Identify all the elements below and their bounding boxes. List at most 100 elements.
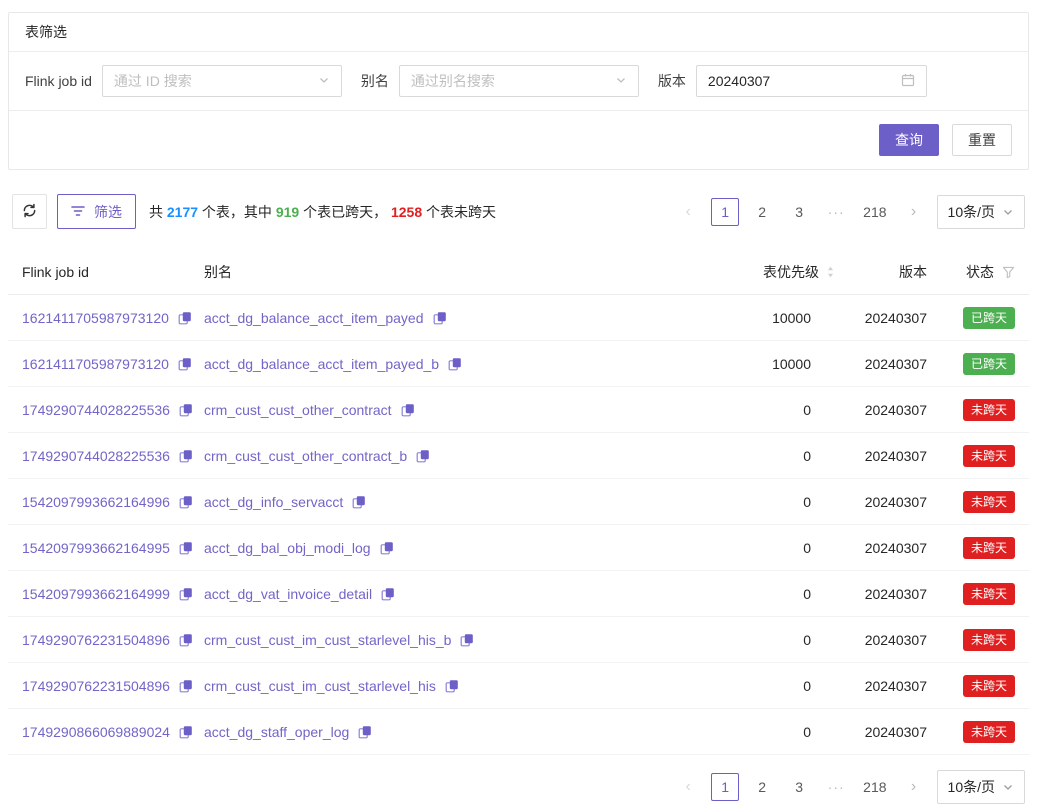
pagination-prev[interactable]: ‹ [674,198,702,226]
version-cell: 20240307 [835,402,927,418]
job-id-cell: 1749290762231504896 [22,632,204,648]
job-id-link[interactable]: 1749290762231504896 [22,632,170,648]
priority-cell: 10000 [713,310,835,326]
copy-icon[interactable] [178,311,192,325]
alias-link[interactable]: acct_dg_vat_invoice_detail [204,586,372,602]
copy-icon[interactable] [381,587,395,601]
alias-cell: acct_dg_balance_acct_item_payed [204,310,713,326]
alias-link[interactable]: crm_cust_cust_other_contract [204,402,392,418]
priority-cell: 0 [713,724,835,740]
filter-card: 表筛选 Flink job id 通过 ID 搜索 别名 通过别名搜索 [8,12,1029,170]
status-badge: 未跨天 [963,445,1015,467]
refresh-button[interactable] [12,194,47,229]
column-header-version: 版本 [835,262,927,282]
job-id-link[interactable]: 1749290866069889024 [22,724,170,740]
table-row: 1542097993662164995 acct_dg_bal_obj_modi… [8,525,1029,571]
table-row: 1749290762231504896 crm_cust_cust_im_cus… [8,663,1029,709]
alias-link[interactable]: acct_dg_balance_acct_item_payed [204,310,424,326]
copy-icon[interactable] [179,403,193,417]
job-id-link[interactable]: 1542097993662164995 [22,540,170,556]
pagination-ellipsis[interactable]: ··· [822,773,850,801]
version-date-input[interactable]: 20240307 [696,65,927,97]
status-badge: 已跨天 [963,307,1015,329]
pagination-page-1[interactable]: 1 [711,198,739,226]
filter-toggle-button[interactable]: 筛选 [57,194,136,229]
status-cell: 未跨天 [927,445,1015,467]
status-cell: 未跨天 [927,491,1015,513]
chevron-down-icon [1002,206,1014,218]
alias-link[interactable]: crm_cust_cust_im_cust_starlevel_his [204,678,436,694]
alias-link[interactable]: acct_dg_info_servacct [204,494,343,510]
column-header-status: 状态 [927,262,1015,282]
alias-link[interactable]: acct_dg_bal_obj_modi_log [204,540,371,556]
crossed-count: 919 [276,204,299,220]
pagination-page-218[interactable]: 218 [859,198,890,226]
job-id-link[interactable]: 1542097993662164996 [22,494,170,510]
table-row: 1749290866069889024 acct_dg_staff_oper_l… [8,709,1029,755]
job-id-link[interactable]: 1749290744028225536 [22,448,170,464]
job-id-cell: 1621411705987973120 [22,356,204,372]
job-id-link[interactable]: 1749290744028225536 [22,402,170,418]
job-id-link[interactable]: 1542097993662164999 [22,586,170,602]
flink-job-id-select[interactable]: 通过 ID 搜索 [102,65,342,97]
copy-icon[interactable] [179,679,193,693]
alias-cell: acct_dg_bal_obj_modi_log [204,540,713,556]
page-size-select[interactable]: 10条/页 [937,770,1025,804]
pagination-ellipsis[interactable]: ··· [822,198,850,226]
pagination-page-2[interactable]: 2 [748,198,776,226]
copy-icon[interactable] [380,541,394,555]
pagination-next[interactable]: › [900,773,928,801]
pagination-page-1[interactable]: 1 [711,773,739,801]
page-size-select[interactable]: 10条/页 [937,195,1025,229]
priority-cell: 0 [713,448,835,464]
copy-icon[interactable] [179,541,193,555]
data-table: Flink job id 别名 表优先级 版本 状态 1621411705987… [8,250,1029,755]
copy-icon[interactable] [460,633,474,647]
alias-link[interactable]: crm_cust_cust_im_cust_starlevel_his_b [204,632,451,648]
copy-icon[interactable] [448,357,462,371]
copy-icon[interactable] [179,495,193,509]
job-id-cell: 1542097993662164996 [22,494,204,510]
copy-icon[interactable] [358,725,372,739]
pagination-page-3[interactable]: 3 [785,198,813,226]
alias-select[interactable]: 通过别名搜索 [399,65,639,97]
pagination-page-218[interactable]: 218 [859,773,890,801]
pagination-next[interactable]: › [900,198,928,226]
copy-icon[interactable] [445,679,459,693]
copy-icon[interactable] [179,587,193,601]
copy-icon[interactable] [352,495,366,509]
copy-icon[interactable] [179,633,193,647]
version-field: 版本 20240307 [658,65,927,97]
alias-cell: crm_cust_cust_im_cust_starlevel_his_b [204,632,713,648]
summary-stats: 共 2177 个表，其中 919 个表已跨天， 1258 个表未跨天 [149,202,496,222]
copy-icon[interactable] [179,725,193,739]
copy-icon[interactable] [401,403,415,417]
alias-link[interactable]: acct_dg_balance_acct_item_payed_b [204,356,439,372]
column-header-flink-job-id: Flink job id [22,264,204,280]
priority-cell: 0 [713,586,835,602]
uncrossed-count: 1258 [391,204,422,220]
version-cell: 20240307 [835,586,927,602]
alias-cell: acct_dg_info_servacct [204,494,713,510]
job-id-link[interactable]: 1621411705987973120 [22,356,169,372]
pagination-prev[interactable]: ‹ [674,773,702,801]
status-badge: 未跨天 [963,629,1015,651]
pagination-page-3[interactable]: 3 [785,773,813,801]
pagination-page-2[interactable]: 2 [748,773,776,801]
copy-icon[interactable] [179,449,193,463]
copy-icon[interactable] [433,311,447,325]
sort-icon[interactable] [826,265,835,279]
job-id-link[interactable]: 1621411705987973120 [22,310,169,326]
filter-funnel-icon[interactable] [1002,266,1015,279]
job-id-link[interactable]: 1749290762231504896 [22,678,170,694]
version-cell: 20240307 [835,632,927,648]
table-toolbar: 筛选 共 2177 个表，其中 919 个表已跨天， 1258 个表未跨天 ‹ 1… [12,194,1025,229]
reset-button[interactable]: 重置 [952,124,1012,156]
alias-link[interactable]: crm_cust_cust_other_contract_b [204,448,407,464]
status-cell: 未跨天 [927,629,1015,651]
copy-icon[interactable] [416,449,430,463]
alias-link[interactable]: acct_dg_staff_oper_log [204,724,349,740]
copy-icon[interactable] [178,357,192,371]
query-button[interactable]: 查询 [879,124,939,156]
status-badge: 未跨天 [963,583,1015,605]
